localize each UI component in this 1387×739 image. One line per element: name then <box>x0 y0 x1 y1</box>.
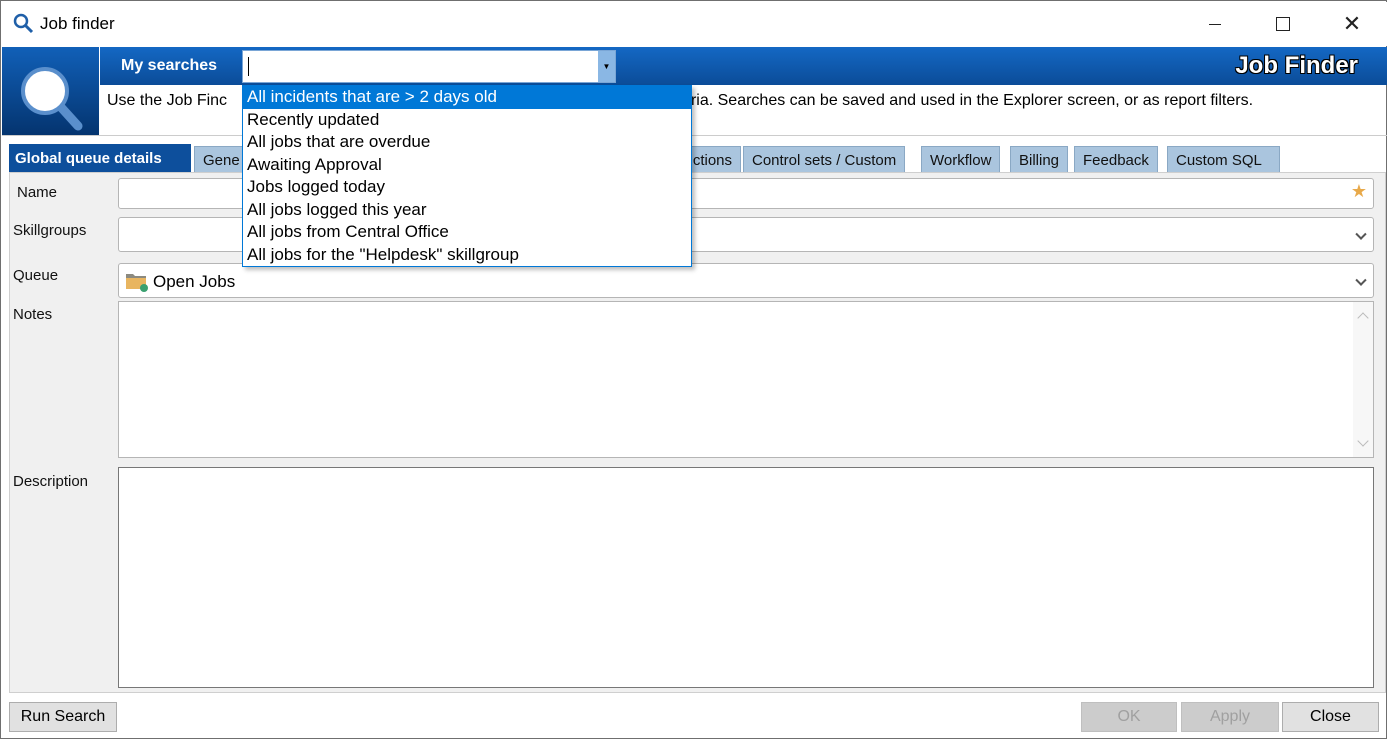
queue-value: Open Jobs <box>153 272 236 291</box>
my-searches-label: My searches <box>121 57 218 74</box>
folder-icon <box>126 274 148 292</box>
notes-textarea[interactable] <box>118 301 1374 458</box>
job-finder-window: Job finder ✕ My searches ▼ Job Finder Us… <box>0 0 1387 739</box>
magnifier-logo-icon <box>21 67 83 131</box>
dropdown-arrow-icon[interactable]: ▼ <box>598 51 615 82</box>
tab-control-sets[interactable]: Control sets / Custom <box>743 146 906 172</box>
dropdown-item[interactable]: Jobs logged today <box>243 176 691 199</box>
queue-dropdown[interactable]: Open Jobs <box>118 263 1374 298</box>
dropdown-item[interactable]: All jobs for the "Helpdesk" skillgroup <box>243 244 691 267</box>
my-searches-combobox[interactable]: ▼ <box>242 50 616 83</box>
dropdown-item[interactable]: Recently updated <box>243 109 691 132</box>
description-head: Use the Job Finc <box>107 92 228 109</box>
queue-label: Queue <box>13 267 59 284</box>
notes-scrollbar[interactable] <box>1353 302 1373 457</box>
star-icon[interactable]: ★ <box>1351 181 1367 202</box>
close-button[interactable]: Close <box>1282 702 1379 732</box>
dropdown-item[interactable]: Awaiting Approval <box>243 154 691 177</box>
job-finder-logo <box>2 47 99 135</box>
maximize-button[interactable] <box>1260 4 1306 44</box>
chevron-down-icon <box>1355 274 1367 286</box>
tab-workflow[interactable]: Workflow <box>921 146 1001 172</box>
app-title: Job Finder <box>1235 52 1358 79</box>
searches-dropdown-list: All incidents that are > 2 days old Rece… <box>242 85 692 267</box>
skillgroups-label: Skillgroups <box>13 222 87 239</box>
name-label: Name <box>17 184 58 201</box>
window-title: Job finder <box>40 14 115 33</box>
dropdown-item[interactable]: All jobs from Central Office <box>243 221 691 244</box>
ok-button[interactable]: OK <box>1081 702 1177 732</box>
tab-custom-sql[interactable]: Custom SQL <box>1167 146 1280 172</box>
tab-billing[interactable]: Billing <box>1010 146 1069 172</box>
run-search-button[interactable]: Run Search <box>9 702 117 732</box>
description-textarea[interactable] <box>118 467 1374 688</box>
close-window-button[interactable]: ✕ <box>1329 4 1375 44</box>
minimize-button[interactable] <box>1192 4 1238 44</box>
search-icon <box>13 13 34 34</box>
description-tail: eria. Searches can be saved and used in … <box>682 92 1254 109</box>
chevron-down-icon <box>1355 228 1367 240</box>
dropdown-item[interactable]: All jobs logged this year <box>243 199 691 222</box>
apply-button[interactable]: Apply <box>1181 702 1279 732</box>
divider <box>2 135 1387 136</box>
tab-feedback[interactable]: Feedback <box>1074 146 1158 172</box>
notes-label: Notes <box>13 306 53 323</box>
scroll-up-icon[interactable] <box>1357 312 1369 324</box>
title-bar: Job finder ✕ <box>2 2 1387 46</box>
dropdown-item[interactable]: All jobs that are overdue <box>243 131 691 154</box>
dropdown-item[interactable]: All incidents that are > 2 days old <box>243 86 691 109</box>
scroll-down-icon[interactable] <box>1357 435 1369 447</box>
tab-global-queue-details[interactable]: Global queue details <box>9 144 191 172</box>
description-label: Description <box>13 473 89 490</box>
